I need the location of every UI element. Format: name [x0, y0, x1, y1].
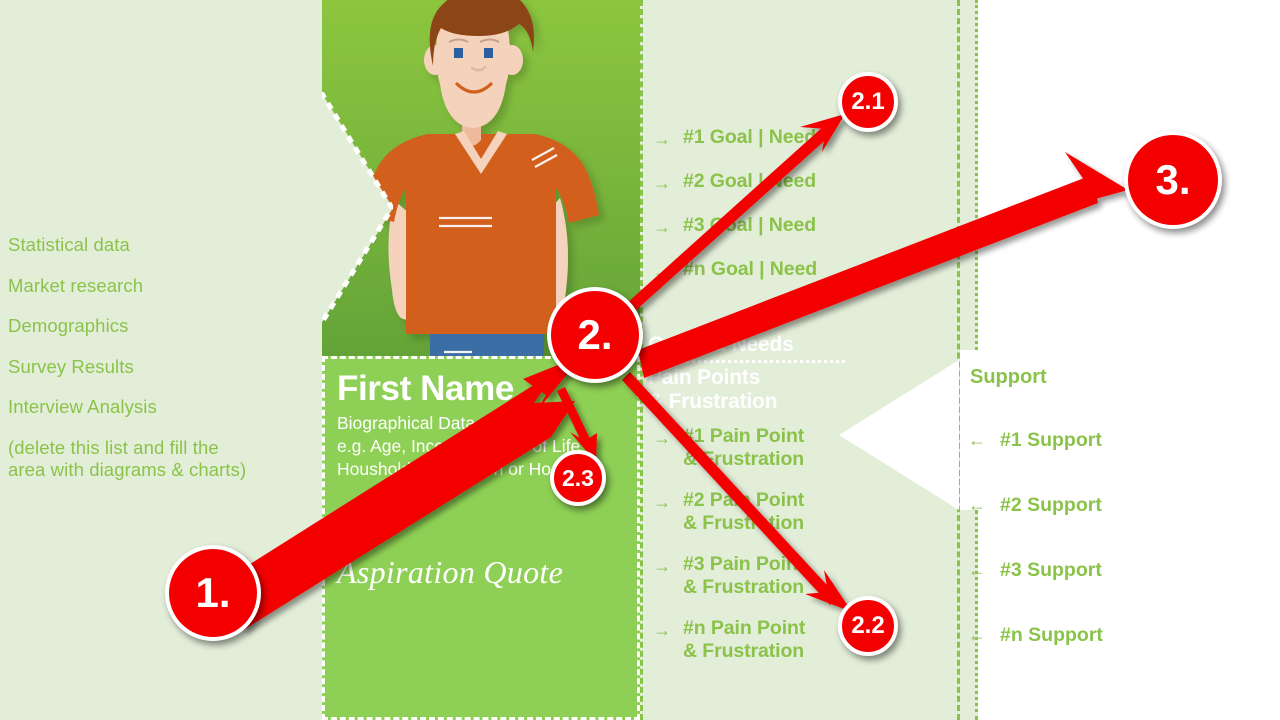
support-label: #1 Support	[1000, 429, 1102, 451]
list-item: Market research	[8, 274, 144, 296]
annotation-badge-2-2[interactable]: 2.2	[838, 596, 898, 656]
list-item: ← #2 Support	[968, 493, 1268, 517]
list-item: → #1 Pain Point & Frustration	[653, 425, 953, 471]
list-item: Statistical data	[8, 234, 130, 255]
list-item-instruction: (delete this list and fill the area with…	[8, 436, 247, 480]
annotation-badge-1[interactable]: 1.	[165, 545, 261, 641]
goals-section-heading: Goals & Needs	[648, 333, 794, 356]
persona-aspiration-quote: Aspiration Quote	[337, 554, 564, 590]
list-item: Interview Analysis	[8, 396, 157, 417]
list-item: → #n Pain Point & Frustration	[653, 617, 953, 663]
section-divider	[645, 360, 845, 363]
arrow-right-icon: →	[653, 129, 671, 149]
support-left-band-top	[960, 0, 978, 350]
list-item: → #2 Pain Point & Frustration	[653, 489, 953, 535]
arrow-right-icon: →	[653, 428, 671, 448]
annotation-badge-label: 2.3	[562, 464, 594, 491]
annotation-badge-label: 1.	[195, 569, 231, 616]
list-item: ← #1 Support	[968, 428, 1268, 452]
list-item: ← #n Support	[968, 623, 1268, 647]
arrow-left-icon: ←	[968, 495, 986, 515]
list-item: → #3 Pain Point & Frustration	[653, 553, 953, 599]
persona-info-box: First Name Biographical Data e.g. Age, I…	[322, 356, 640, 720]
annotation-badge-label: 2.1	[851, 88, 885, 115]
arrow-left-icon: ←	[968, 560, 986, 580]
annotation-badge-2-1[interactable]: 2.1	[838, 72, 898, 132]
annotation-badge-3[interactable]: 3.	[1124, 131, 1222, 229]
slide-canvas: Statistical data Market research Demogra…	[0, 0, 1280, 720]
persona-name: First Name	[337, 369, 514, 408]
annotation-badge-label: 3.	[1155, 156, 1191, 203]
arrow-right-icon: →	[653, 492, 671, 512]
support-label: #n Support	[1000, 624, 1103, 646]
support-list: ← #1 Support ← #2 Support ← #3 Support ←…	[968, 428, 1268, 688]
arrow-right-icon: →	[653, 261, 671, 281]
pain-point-label: #2 Pain Point & Frustration	[683, 489, 805, 534]
goal-label: #1 Goal | Need	[683, 126, 817, 148]
annotation-badge-label: 2.	[577, 311, 613, 358]
arrow-right-icon: →	[653, 217, 671, 237]
goals-list: → #1 Goal | Need → #2 Goal | Need → #3 G…	[653, 126, 953, 302]
list-item: Survey Results	[8, 355, 134, 377]
support-label: #2 Support	[1000, 494, 1102, 516]
arrow-left-icon: ←	[968, 430, 986, 450]
pain-points-section-heading: Pain Points & Frustration	[648, 366, 778, 413]
annotation-badge-2[interactable]: 2.	[547, 287, 643, 383]
annotation-badge-2-3[interactable]: 2.3	[550, 450, 606, 506]
research-data-panel: Statistical data Market research Demogra…	[0, 0, 324, 720]
arrow-right-icon: →	[653, 620, 671, 640]
pain-point-label: #n Pain Point & Frustration	[683, 617, 806, 662]
list-item: Demographics	[8, 315, 129, 336]
arrow-left-icon: ←	[968, 625, 986, 645]
list-item: ← #3 Support	[968, 558, 1268, 582]
pain-point-label: #1 Pain Point & Frustration	[683, 425, 805, 470]
pain-points-list: → #1 Pain Point & Frustration → #2 Pain …	[653, 425, 953, 681]
research-data-list: Statistical data Market research Demogra…	[8, 234, 308, 481]
goal-label: #n Goal | Need	[683, 258, 818, 280]
arrow-right-icon: →	[653, 556, 671, 576]
annotation-badge-label: 2.2	[851, 612, 885, 639]
list-item: → #1 Goal | Need	[653, 126, 953, 152]
goal-label: #3 Goal | Need	[683, 214, 817, 236]
list-item: → #n Goal | Need	[653, 258, 953, 284]
goal-label: #2 Goal | Need	[683, 170, 817, 192]
support-section-heading: Support	[970, 366, 1047, 388]
pain-point-label: #3 Pain Point & Frustration	[683, 553, 805, 598]
list-item: → #3 Goal | Need	[653, 214, 953, 240]
list-item: → #2 Goal | Need	[653, 170, 953, 196]
support-label: #3 Support	[1000, 559, 1102, 581]
arrow-right-icon: →	[653, 173, 671, 193]
